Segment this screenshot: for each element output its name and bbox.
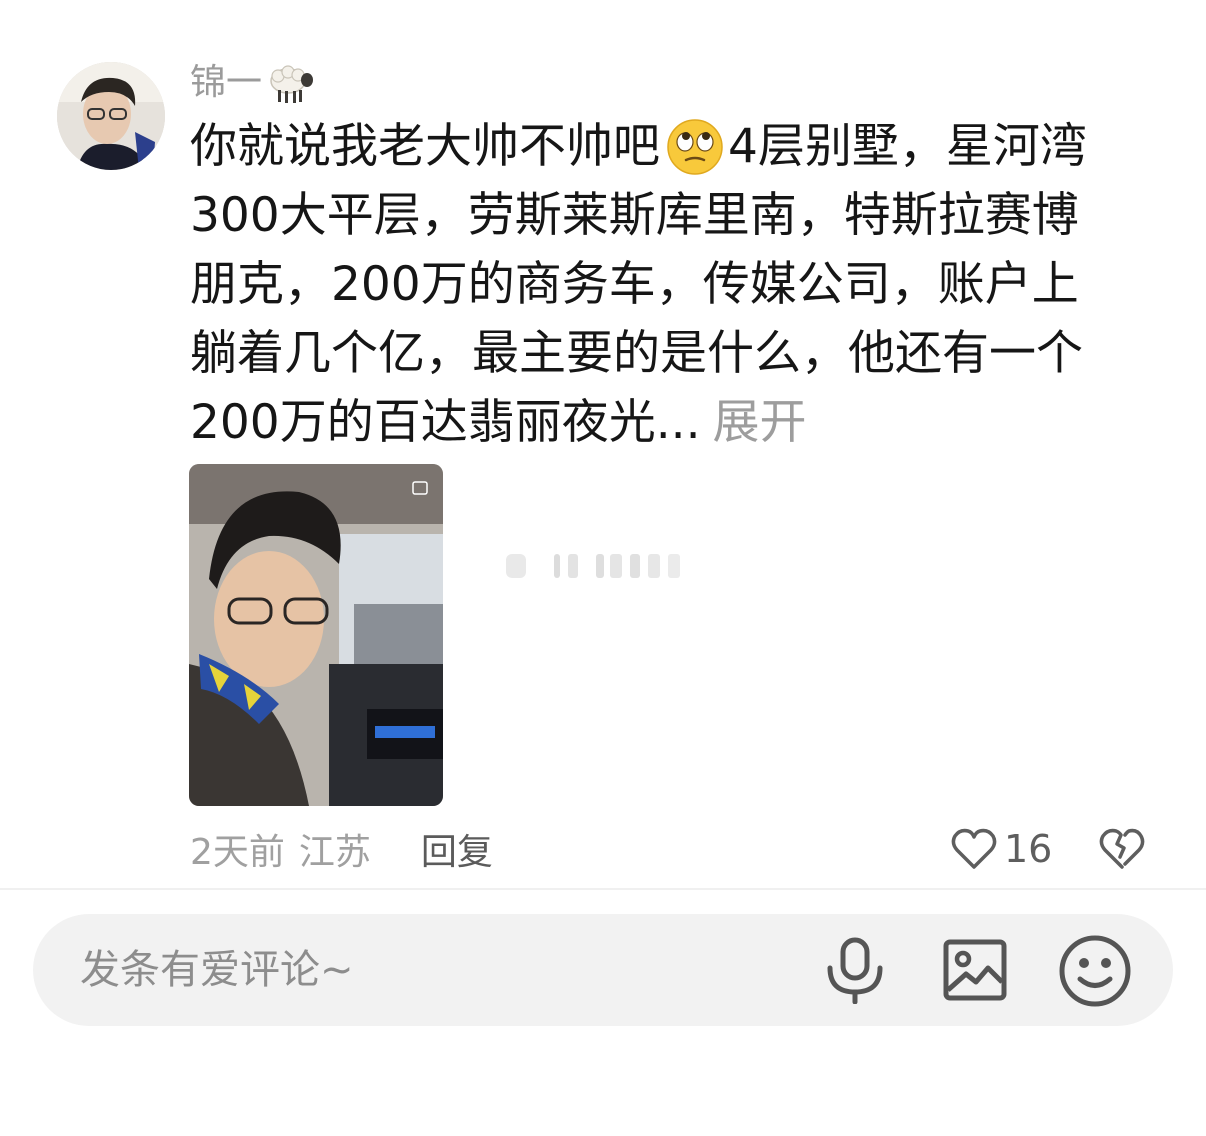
image-button[interactable] xyxy=(942,938,1008,1006)
comment-line-2: 300大平层，劳斯莱斯库里南，特斯拉赛博 xyxy=(190,181,1140,250)
microphone-icon xyxy=(827,937,883,1005)
text-segment: 朋克，200万的商务车，传媒公司，账户上 xyxy=(190,257,1079,312)
username[interactable]: 锦一 xyxy=(190,58,316,108)
like-button[interactable]: 16 xyxy=(950,822,1052,876)
comment-item: 锦一 你就说我老大帅不帅吧 4层别墅，星河湾 300大平层，劳斯莱斯库里南，特斯… xyxy=(0,0,1206,888)
username-text: 锦一 xyxy=(190,62,263,103)
comment-location: 江苏 xyxy=(298,832,371,873)
sheep-emoji-icon xyxy=(270,65,314,103)
comment-input-placeholder[interactable]: 发条有爱评论~ xyxy=(80,942,354,998)
comment-line-1: 你就说我老大帅不帅吧 4层别墅，星河湾 xyxy=(190,112,1140,181)
smiley-icon xyxy=(1059,935,1131,1007)
microphone-button[interactable] xyxy=(824,936,886,1008)
text-segment: 4层别墅，星河湾 xyxy=(728,119,1087,174)
text-segment: 躺着几个亿，最主要的是什么，他还有一个 xyxy=(190,326,1083,381)
blurred-caption xyxy=(498,546,698,586)
heart-outline-icon xyxy=(951,828,997,869)
expand-link[interactable]: 展开 xyxy=(713,388,807,457)
comment-text: 你就说我老大帅不帅吧 4层别墅，星河湾 300大平层，劳斯莱斯库里南，特斯拉赛博… xyxy=(190,112,1140,457)
comment-line-5: 200万的百达翡丽夜光... 展开 xyxy=(190,388,1140,457)
broken-heart-icon xyxy=(1099,828,1145,869)
text-segment: 200万的百达翡丽夜光... xyxy=(190,395,701,450)
emoji-button[interactable] xyxy=(1058,934,1132,1012)
comment-image[interactable] xyxy=(189,464,443,806)
eye-roll-emoji-icon xyxy=(667,118,723,175)
image-icon xyxy=(943,939,1007,1001)
reply-button[interactable]: 回复 xyxy=(421,823,493,875)
dislike-button[interactable] xyxy=(1098,826,1146,872)
text-segment: 你就说我老大帅不帅吧 xyxy=(190,119,660,174)
comment-time: 2天前 xyxy=(190,832,285,873)
user-avatar[interactable] xyxy=(57,62,165,170)
text-segment: 300大平层，劳斯莱斯库里南，特斯拉赛博 xyxy=(190,188,1079,243)
comment-line-4: 躺着几个亿，最主要的是什么，他还有一个 xyxy=(190,319,1140,388)
comment-meta: 2天前 江苏 回复 xyxy=(190,822,493,876)
comment-line-3: 朋克，200万的商务车，传媒公司，账户上 xyxy=(190,250,1140,319)
like-count: 16 xyxy=(1004,827,1053,871)
